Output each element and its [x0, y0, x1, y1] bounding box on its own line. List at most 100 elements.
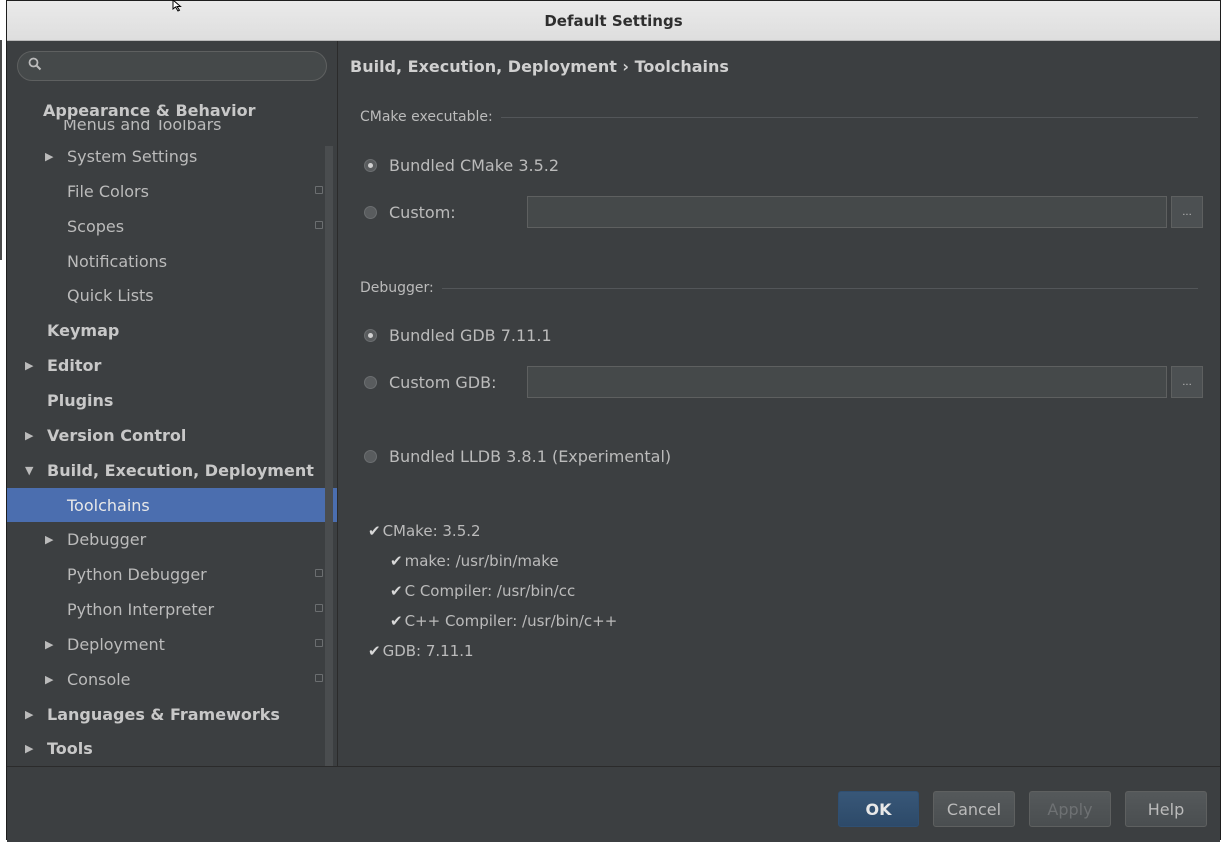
cmake-section-label: CMake executable:: [360, 109, 493, 125]
radio-button[interactable]: [364, 205, 377, 219]
tree-item-quick-lists[interactable]: Quick Lists: [7, 278, 337, 312]
tree-item-label: Python Debugger: [67, 564, 207, 584]
project-scope-icon: [315, 639, 323, 647]
check-gdb: ✔ GDB: 7.11.1: [368, 639, 474, 663]
tree-item-languages-frameworks[interactable]: ▶ Languages & Frameworks: [7, 697, 337, 731]
project-scope-icon: [315, 674, 323, 682]
cancel-button[interactable]: Cancel: [933, 791, 1015, 827]
radio-bundled-cmake[interactable]: Bundled CMake 3.5.2: [364, 153, 559, 177]
radio-button[interactable]: [364, 449, 377, 463]
tree-item-label: File Colors: [67, 181, 149, 201]
tree-item-label: Build, Execution, Deployment: [47, 460, 314, 480]
dialog-button-bar: OK Cancel Apply Help: [7, 766, 1220, 842]
cmake-section-header: CMake executable:: [360, 107, 1198, 127]
mouse-pointer-icon: [172, 0, 182, 12]
tree-item-label: Version Control: [47, 425, 187, 445]
toolchains-panel: Build, Execution, Deployment › Toolchain…: [338, 41, 1220, 766]
tree-item-debugger[interactable]: ▶ Debugger: [7, 522, 337, 556]
search-box[interactable]: [17, 51, 327, 81]
project-scope-icon: [315, 221, 323, 229]
tree-item-build-execution-deployment[interactable]: ▼ Build, Execution, Deployment: [7, 453, 337, 487]
tree-scrollbar[interactable]: [325, 146, 333, 766]
radio-bundled-gdb[interactable]: Bundled GDB 7.11.1: [364, 323, 552, 347]
check-cpp-compiler: ✔ C++ Compiler: /usr/bin/c++: [390, 609, 617, 633]
tree-item-label: Scopes: [67, 216, 125, 236]
settings-window: Default Settings Menus and Toolbars Appe…: [6, 0, 1221, 842]
breadcrumb: Build, Execution, Deployment › Toolchain…: [350, 57, 729, 76]
tree-item-python-interpreter[interactable]: Python Interpreter: [7, 592, 337, 626]
tree-item-label: Tools: [47, 738, 93, 758]
search-input[interactable]: [48, 54, 322, 80]
check-gdb-text: GDB: 7.11.1: [382, 642, 474, 660]
check-cmake: ✔ CMake: 3.5.2: [368, 519, 481, 543]
window-title: Default Settings: [7, 1, 1220, 41]
tree-item-label: Python Interpreter: [67, 599, 215, 619]
check-cmake-text: CMake: 3.5.2: [382, 522, 481, 540]
tree-item-file-colors[interactable]: File Colors: [7, 174, 337, 208]
tree-item-python-debugger[interactable]: Python Debugger: [7, 557, 337, 591]
tree-item-label: Debugger: [67, 529, 147, 549]
checkmark-icon: ✔: [390, 552, 403, 570]
browse-cmake-button[interactable]: ...: [1171, 196, 1203, 228]
radio-button-selected[interactable]: [364, 158, 377, 172]
tree-item-label: Plugins: [47, 390, 114, 410]
settings-tree-pane: Menus and Toolbars Appearance & Behavior…: [7, 41, 337, 766]
browse-gdb-button[interactable]: ...: [1171, 366, 1203, 398]
checkmark-icon: ✔: [390, 582, 403, 600]
check-c-compiler-text: C Compiler: /usr/bin/cc: [404, 582, 576, 600]
project-scope-icon: [315, 604, 323, 612]
section-divider: [441, 287, 1198, 289]
apply-button[interactable]: Apply: [1029, 791, 1111, 827]
expand-right-icon[interactable]: ▶: [25, 429, 39, 442]
tree-item-label: Languages & Frameworks: [47, 704, 280, 724]
expand-right-icon[interactable]: ▶: [45, 638, 59, 651]
tree-item-deployment[interactable]: ▶ Deployment: [7, 627, 337, 661]
checkmark-icon: ✔: [368, 522, 381, 540]
radio-custom-cmake[interactable]: Custom:: [364, 200, 456, 224]
tree-item-label: Notifications: [67, 251, 168, 271]
tree-item-keymap[interactable]: Keymap: [7, 313, 337, 347]
project-scope-icon: [315, 569, 323, 577]
tree-item-system-settings[interactable]: ▶ System Settings: [7, 139, 337, 173]
custom-gdb-label: Custom GDB:: [389, 372, 497, 392]
expand-right-icon[interactable]: ▶: [45, 150, 59, 163]
search-icon: [28, 57, 42, 71]
custom-cmake-path-field[interactable]: [527, 196, 1167, 228]
tree-item-toolchains[interactable]: Toolchains: [7, 488, 337, 522]
bundled-gdb-label: Bundled GDB 7.11.1: [389, 325, 552, 345]
tree-item-editor[interactable]: ▶ Editor: [7, 348, 337, 382]
checkmark-icon: ✔: [368, 642, 381, 660]
tree-item-tools[interactable]: ▶ Tools: [7, 731, 337, 765]
expand-right-icon[interactable]: ▶: [45, 673, 59, 686]
expand-right-icon[interactable]: ▶: [25, 708, 39, 721]
expand-down-icon[interactable]: ▼: [25, 464, 39, 477]
tree-item-version-control[interactable]: ▶ Version Control: [7, 418, 337, 452]
radio-bundled-lldb[interactable]: Bundled LLDB 3.8.1 (Experimental): [364, 444, 671, 468]
checkmark-icon: ✔: [390, 612, 403, 630]
expand-right-icon[interactable]: ▶: [25, 359, 39, 372]
help-button[interactable]: Help: [1125, 791, 1207, 827]
expand-right-icon[interactable]: ▶: [25, 742, 39, 755]
bundled-lldb-label: Bundled LLDB 3.8.1 (Experimental): [389, 446, 672, 466]
radio-button[interactable]: [364, 375, 377, 389]
tree-item-appearance-behavior[interactable]: Appearance & Behavior: [43, 101, 260, 120]
check-make-text: make: /usr/bin/make: [404, 552, 559, 570]
check-cpp-compiler-text: C++ Compiler: /usr/bin/c++: [404, 612, 618, 630]
background-edge: [0, 40, 2, 260]
tree-item-label: Keymap: [47, 320, 120, 340]
ok-button[interactable]: OK: [838, 791, 919, 827]
tree-item-console[interactable]: ▶ Console: [7, 662, 337, 696]
tree-item-scopes[interactable]: Scopes: [7, 209, 337, 243]
tree-item-notifications[interactable]: Notifications: [7, 244, 337, 278]
custom-gdb-path-field[interactable]: [527, 366, 1167, 398]
project-scope-icon: [315, 186, 323, 194]
debugger-section-header: Debugger:: [360, 278, 1198, 298]
tree-item-label: Deployment: [67, 634, 165, 654]
expand-right-icon[interactable]: ▶: [45, 533, 59, 546]
bundled-cmake-label: Bundled CMake 3.5.2: [389, 155, 560, 175]
check-make: ✔ make: /usr/bin/make: [390, 549, 559, 573]
debugger-section-label: Debugger:: [360, 280, 434, 296]
radio-custom-gdb[interactable]: Custom GDB:: [364, 370, 496, 394]
tree-item-plugins[interactable]: Plugins: [7, 383, 337, 417]
radio-button-selected[interactable]: [364, 328, 377, 342]
